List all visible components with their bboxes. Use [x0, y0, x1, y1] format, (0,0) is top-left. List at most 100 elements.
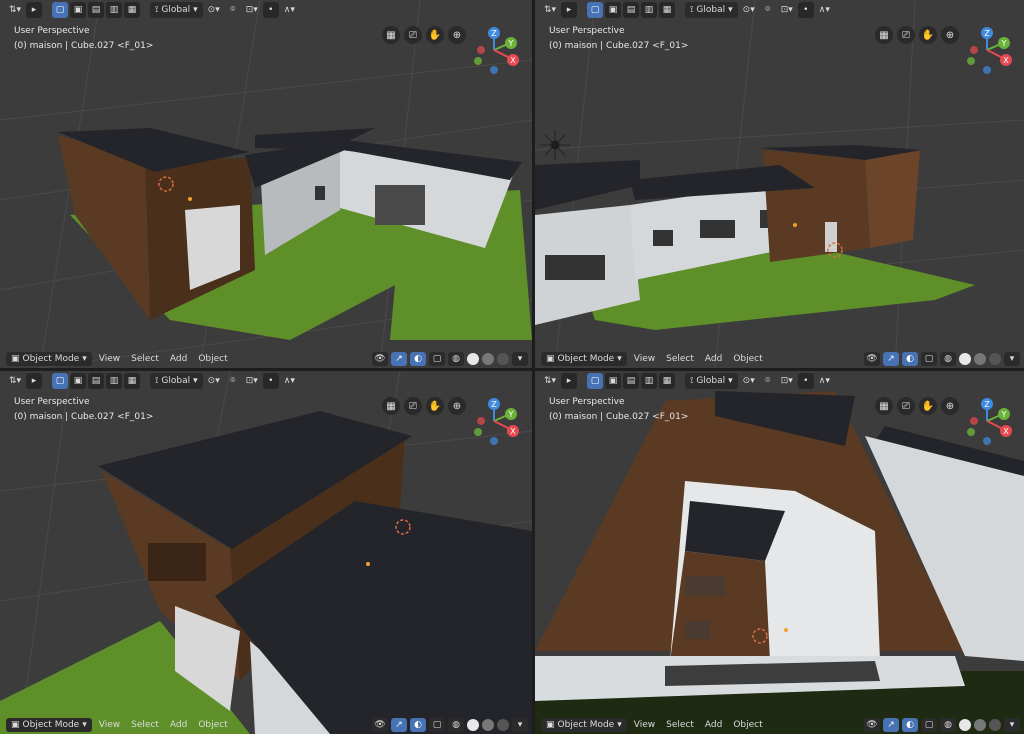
chevron-down-icon[interactable]: ▾ [1004, 352, 1020, 366]
select-new-button[interactable]: ▢ [52, 2, 69, 18]
select-extend-button[interactable]: ▣ [605, 373, 622, 389]
xray-toggle-icon[interactable]: ▢ [921, 718, 937, 732]
chevron-down-icon[interactable]: ▾ [512, 352, 528, 366]
select-extend-button[interactable]: ▣ [605, 2, 622, 18]
snap-toggle-button[interactable]: ⌾ [760, 2, 776, 18]
menu-view[interactable]: View [95, 354, 124, 364]
menu-select[interactable]: Select [662, 720, 698, 730]
xray-toggle-icon[interactable]: ▢ [429, 718, 445, 732]
menu-view[interactable]: View [95, 720, 124, 730]
snap-toggle-button[interactable]: ⌾ [225, 2, 241, 18]
editor-type-button[interactable]: ⇅▾ [541, 373, 559, 389]
zoom-icon[interactable]: ⊕ [448, 397, 466, 415]
overlay-toggle-icon[interactable]: ◐ [410, 352, 426, 366]
proportional-edit-button[interactable]: • [262, 2, 279, 18]
pivot-point-button[interactable]: ⊙▾ [205, 373, 223, 389]
zoom-icon[interactable]: ⊕ [941, 26, 959, 44]
snap-target-button[interactable]: ⊡▾ [778, 2, 796, 18]
viewport-top-left[interactable]: ⇅▾ ▸ ▢ ▣ ▤ ▥ ▦ ⟟ Global ▾ ⊙▾ ⌾ ⊡▾ • ∧▾ U… [0, 0, 532, 368]
material-shading-icon[interactable] [482, 353, 494, 365]
material-shading-icon[interactable] [482, 719, 494, 731]
overlay-toggle-icon[interactable]: ◐ [902, 352, 918, 366]
solid-shading-icon[interactable] [959, 719, 971, 731]
hand-pan-icon[interactable]: ✋ [426, 397, 444, 415]
tool-select-button[interactable]: ▸ [561, 2, 578, 18]
menu-select[interactable]: Select [127, 354, 163, 364]
chevron-down-icon[interactable]: ▾ [1004, 718, 1020, 732]
rendered-shading-icon[interactable] [497, 719, 509, 731]
grid-view-icon[interactable]: ▦ [382, 397, 400, 415]
menu-view[interactable]: View [630, 354, 659, 364]
navigation-gizmo[interactable]: Z Y X [472, 397, 522, 453]
menu-add[interactable]: Add [166, 720, 191, 730]
overlay-toggle-icon[interactable]: ◐ [410, 718, 426, 732]
solid-shading-icon[interactable] [467, 353, 479, 365]
falloff-button[interactable]: ∧▾ [816, 373, 833, 389]
pivot-point-button[interactable]: ⊙▾ [740, 2, 758, 18]
hand-pan-icon[interactable]: ✋ [919, 397, 937, 415]
chevron-down-icon[interactable]: ▾ [512, 718, 528, 732]
gizmo-toggle-icon[interactable]: ↗ [883, 718, 899, 732]
hand-pan-icon[interactable]: ✋ [426, 26, 444, 44]
visibility-icon[interactable]: 👁 [372, 352, 388, 366]
snap-target-button[interactable]: ⊡▾ [243, 373, 261, 389]
hand-pan-icon[interactable]: ✋ [919, 26, 937, 44]
scene-render[interactable] [535, 0, 1024, 368]
grid-view-icon[interactable]: ▦ [875, 397, 893, 415]
transform-orientation-dropdown[interactable]: ⟟ Global ▾ [150, 2, 203, 18]
tool-select-button[interactable]: ▸ [26, 2, 43, 18]
mode-dropdown[interactable]: ▣ Object Mode ▾ [6, 352, 92, 366]
viewport-bottom-left[interactable]: ⇅▾ ▸ ▢ ▣ ▤ ▥ ▦ ⟟ Global ▾ ⊙▾ ⌾ ⊡▾ • ∧▾ U… [0, 371, 532, 734]
select-subtract-button[interactable]: ▤ [623, 373, 640, 389]
select-extend-button[interactable]: ▣ [70, 2, 87, 18]
zoom-icon[interactable]: ⊕ [448, 26, 466, 44]
select-intersect-button[interactable]: ▦ [124, 2, 141, 18]
rendered-shading-icon[interactable] [989, 719, 1001, 731]
falloff-button[interactable]: ∧▾ [816, 2, 833, 18]
xray-toggle-icon[interactable]: ▢ [921, 352, 937, 366]
transform-orientation-dropdown[interactable]: ⟟ Global ▾ [685, 373, 738, 389]
gizmo-toggle-icon[interactable]: ↗ [883, 352, 899, 366]
snap-target-button[interactable]: ⊡▾ [778, 373, 796, 389]
select-invert-button[interactable]: ▥ [106, 373, 123, 389]
rendered-shading-icon[interactable] [497, 353, 509, 365]
wireframe-shading-icon[interactable]: ◍ [940, 352, 956, 366]
gizmo-toggle-icon[interactable]: ↗ [391, 718, 407, 732]
menu-add[interactable]: Add [701, 354, 726, 364]
wireframe-shading-icon[interactable]: ◍ [448, 352, 464, 366]
solid-shading-icon[interactable] [467, 719, 479, 731]
select-invert-button[interactable]: ▥ [106, 2, 123, 18]
select-new-button[interactable]: ▢ [587, 373, 604, 389]
select-extend-button[interactable]: ▣ [70, 373, 87, 389]
select-new-button[interactable]: ▢ [587, 2, 604, 18]
navigation-gizmo[interactable]: Z Y X [965, 26, 1015, 82]
viewport-bottom-right[interactable]: ⇅▾ ▸ ▢ ▣ ▤ ▥ ▦ ⟟ Global ▾ ⊙▾ ⌾ ⊡▾ • ∧▾ U… [535, 371, 1024, 734]
menu-add[interactable]: Add [166, 354, 191, 364]
editor-type-button[interactable]: ⇅▾ [6, 2, 24, 18]
menu-object[interactable]: Object [729, 720, 766, 730]
zoom-icon[interactable]: ⊕ [941, 397, 959, 415]
wireframe-shading-icon[interactable]: ◍ [940, 718, 956, 732]
pivot-point-button[interactable]: ⊙▾ [740, 373, 758, 389]
camera-icon[interactable]: ⎚ [897, 26, 915, 44]
select-invert-button[interactable]: ▥ [641, 2, 658, 18]
camera-icon[interactable]: ⎚ [404, 397, 422, 415]
menu-object[interactable]: Object [729, 354, 766, 364]
scene-render[interactable] [535, 371, 1024, 734]
falloff-button[interactable]: ∧▾ [281, 2, 298, 18]
menu-view[interactable]: View [630, 720, 659, 730]
snap-toggle-button[interactable]: ⌾ [760, 373, 776, 389]
tool-select-button[interactable]: ▸ [561, 373, 578, 389]
proportional-edit-button[interactable]: • [262, 373, 279, 389]
viewport-top-right[interactable]: ⇅▾ ▸ ▢ ▣ ▤ ▥ ▦ ⟟ Global ▾ ⊙▾ ⌾ ⊡▾ • ∧▾ U… [535, 0, 1024, 368]
grid-view-icon[interactable]: ▦ [382, 26, 400, 44]
menu-object[interactable]: Object [194, 354, 231, 364]
select-subtract-button[interactable]: ▤ [623, 2, 640, 18]
tool-select-button[interactable]: ▸ [26, 373, 43, 389]
falloff-button[interactable]: ∧▾ [281, 373, 298, 389]
visibility-icon[interactable]: 👁 [864, 352, 880, 366]
menu-object[interactable]: Object [194, 720, 231, 730]
snap-toggle-button[interactable]: ⌾ [225, 373, 241, 389]
visibility-icon[interactable]: 👁 [372, 718, 388, 732]
material-shading-icon[interactable] [974, 353, 986, 365]
